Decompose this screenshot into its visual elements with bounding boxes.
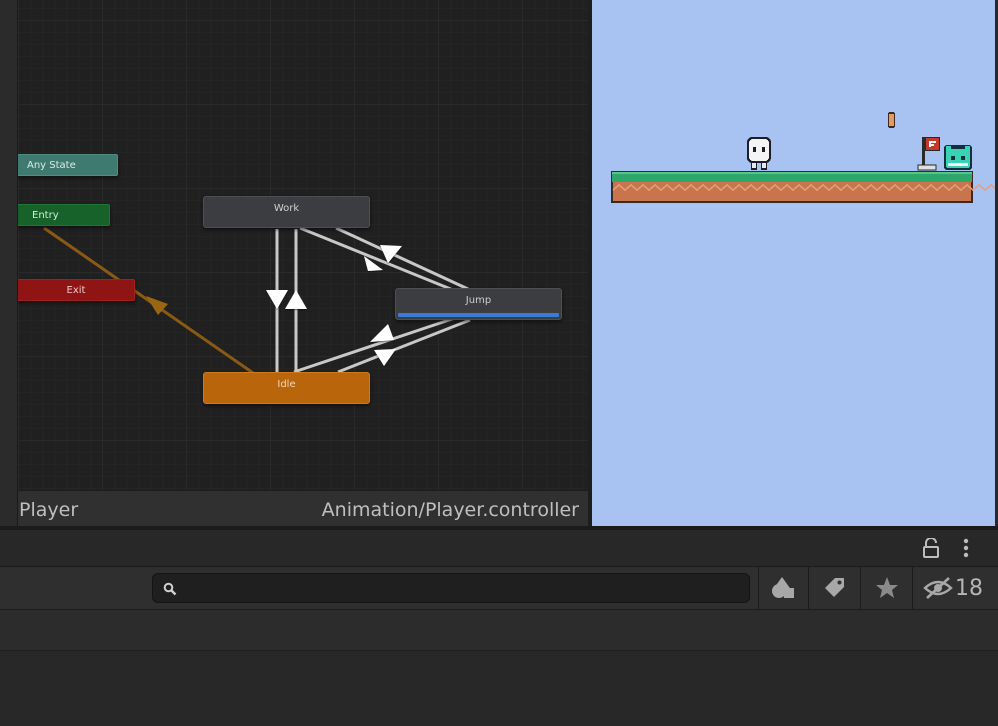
left-edge-strip	[0, 0, 18, 526]
node-any-state[interactable]: Any State	[18, 154, 118, 176]
node-work[interactable]: Work	[203, 196, 370, 228]
label-filter-button[interactable]	[808, 567, 861, 609]
jump-progress-bar	[398, 313, 559, 317]
transition-layer	[43, 226, 471, 377]
kebab-menu-icon[interactable]	[958, 538, 974, 558]
node-entry[interactable]: Entry	[18, 204, 110, 226]
lock-icon[interactable]	[922, 537, 940, 558]
hierarchy-header-row	[0, 610, 998, 651]
search-icon	[163, 582, 177, 596]
type-filter-button[interactable]	[758, 567, 809, 609]
jump-idle-transition-line[interactable]	[337, 318, 471, 374]
jump-work-transition-line[interactable]	[335, 226, 469, 291]
hierarchy-content	[0, 651, 998, 726]
footer-layer-name: Player	[19, 499, 79, 521]
animator-graph[interactable]: Any State Entry Exit Work Jump Idle	[18, 0, 588, 526]
work-to-idle-arrow	[266, 290, 288, 309]
hidden-objects-toggle[interactable]: 18	[912, 567, 996, 609]
node-jump[interactable]: Jump	[395, 288, 562, 320]
game-view[interactable]	[592, 0, 995, 526]
goal-flag-sprite	[917, 137, 940, 171]
idle-jump-transition-line[interactable]	[293, 315, 459, 374]
hidden-count: 18	[955, 575, 983, 601]
eye-slash-icon	[923, 577, 953, 599]
footer-controller-path: Animation/Player.controller	[321, 499, 579, 521]
game-scene	[611, 112, 995, 203]
node-exit[interactable]: Exit	[18, 279, 135, 301]
player-sprite	[747, 137, 771, 170]
ground-platform	[611, 171, 995, 203]
animator-footer: Player Animation/Player.controller	[18, 490, 588, 527]
idle-to-jump-arrow	[370, 324, 394, 342]
favorites-button[interactable]	[860, 567, 913, 609]
node-idle[interactable]: Idle	[203, 372, 370, 404]
idle-to-work-arrow	[285, 290, 307, 309]
tag-icon	[825, 578, 844, 597]
shapes-icon	[772, 577, 794, 598]
search-field[interactable]	[152, 573, 750, 603]
star-icon	[876, 577, 898, 598]
work-jump-transition-line[interactable]	[299, 226, 459, 294]
slime-enemy-sprite	[944, 145, 972, 170]
search-toolbar: 18	[0, 566, 998, 610]
node-jump-label: Jump	[465, 295, 492, 306]
hierarchy-header-bar	[0, 530, 998, 566]
coin-sprite	[888, 112, 895, 128]
